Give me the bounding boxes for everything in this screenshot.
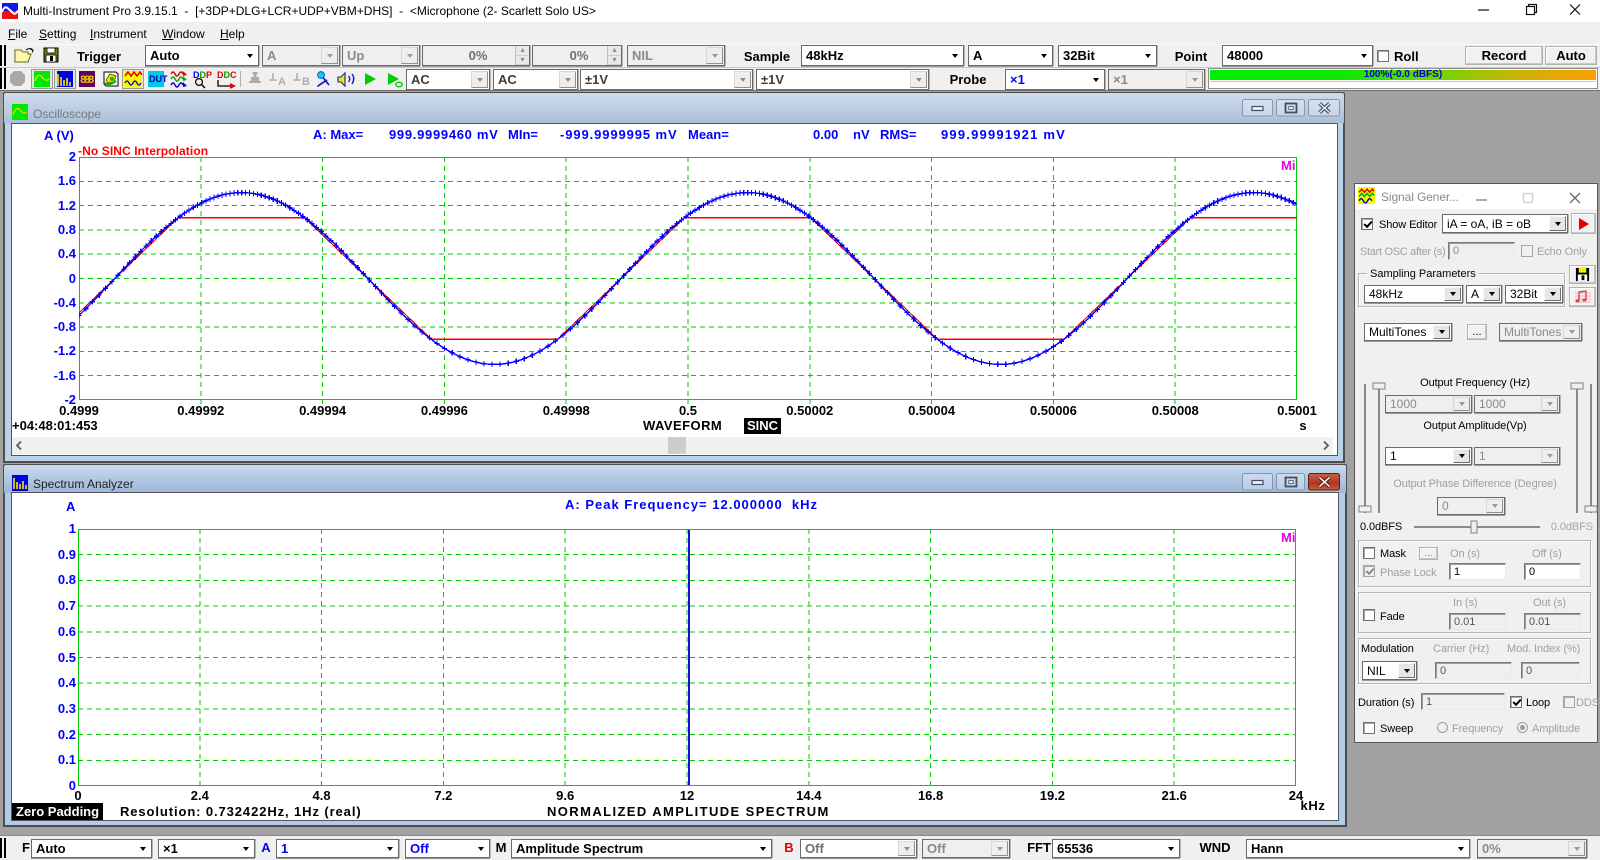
svg-text:888: 888	[80, 75, 95, 87]
svg-text:DDC: DDC	[217, 70, 237, 80]
svg-text:B: B	[302, 76, 310, 88]
svg-text:DDP: DDP	[193, 70, 212, 80]
svg-text:DUT: DUT	[149, 74, 168, 84]
svg-text:A: A	[278, 76, 286, 88]
